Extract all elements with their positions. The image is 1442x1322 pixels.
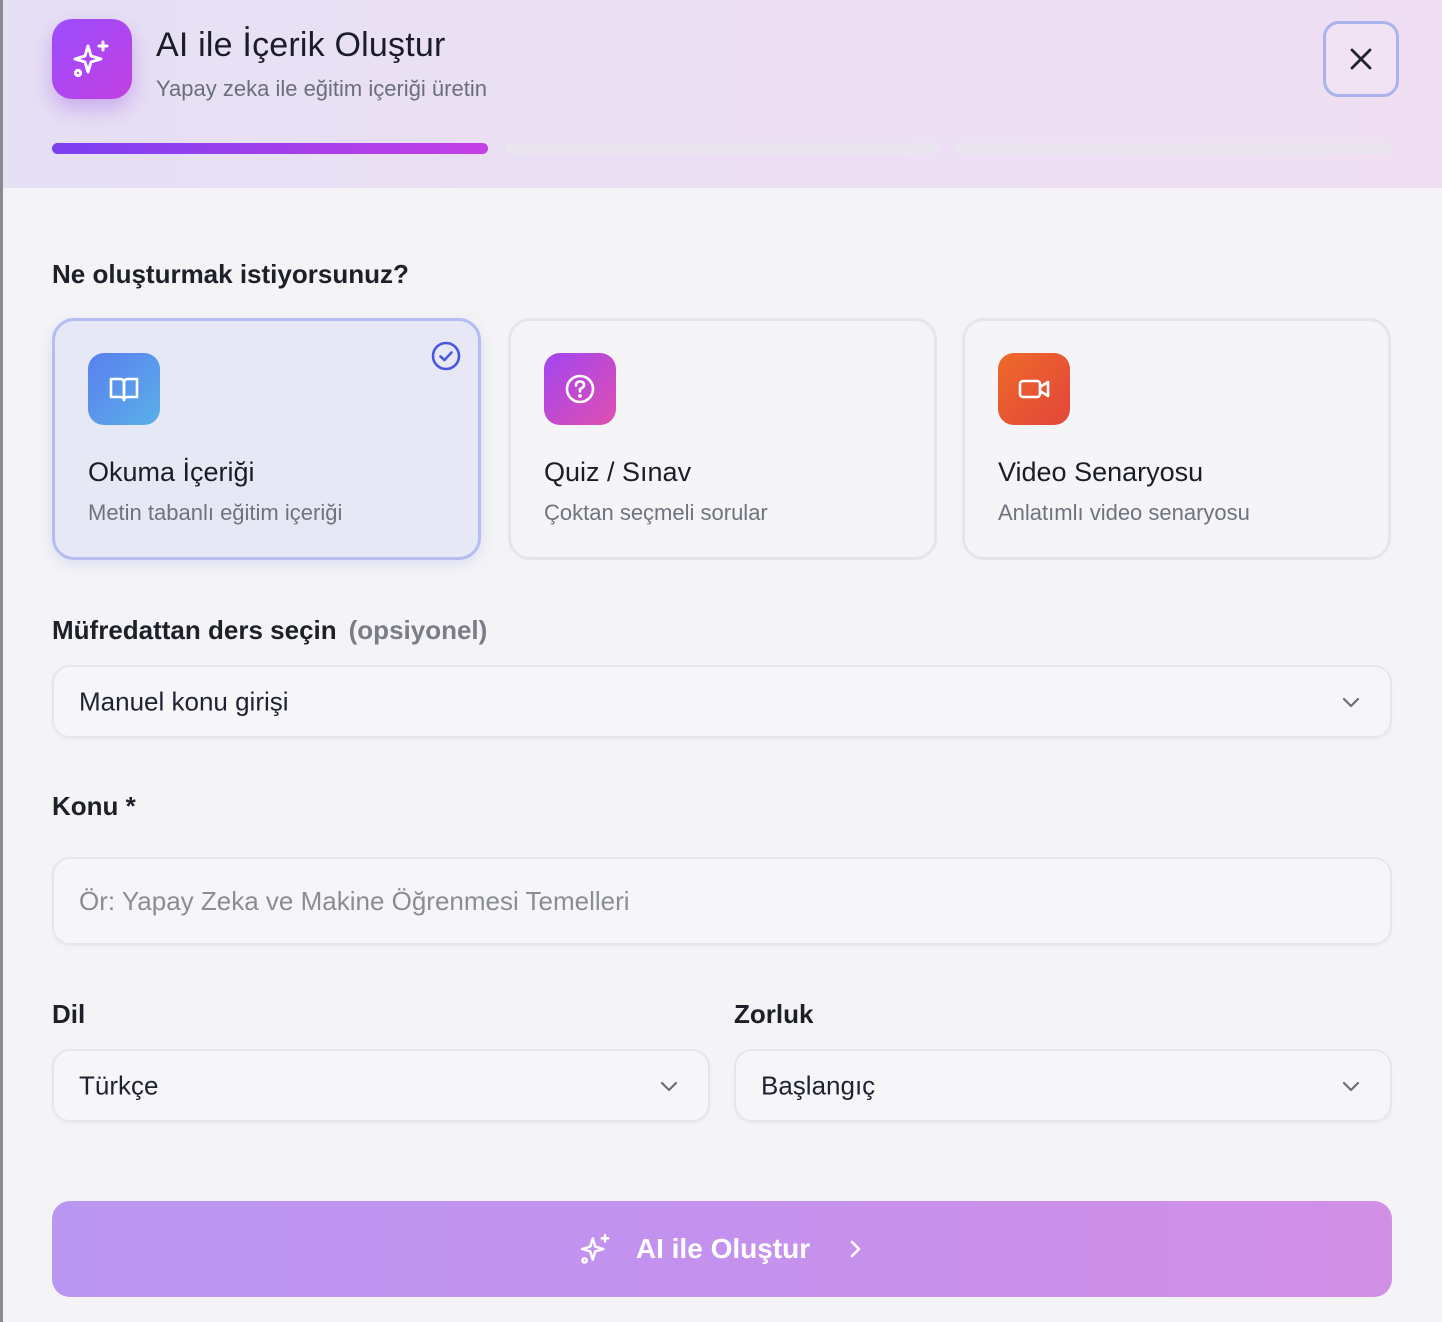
window-edge xyxy=(0,0,3,1322)
chevron-down-icon xyxy=(1342,1081,1360,1091)
generate-button[interactable]: AI ile Oluştur xyxy=(52,1201,1392,1297)
curriculum-select[interactable]: Manuel konu girişi xyxy=(52,665,1392,738)
sparkles-icon xyxy=(52,19,132,99)
curriculum-label: Müfredattan ders seçin (opsiyonel) xyxy=(52,615,487,646)
video-camera-icon xyxy=(998,353,1070,425)
language-label: Dil xyxy=(52,999,86,1029)
close-icon xyxy=(1350,48,1372,70)
chevron-down-icon xyxy=(660,1081,678,1091)
content-type-question: Ne oluşturmak istiyorsunuz? xyxy=(52,259,409,289)
card-description: Anlatımlı video senaryosu xyxy=(998,500,1250,525)
card-description: Çoktan seçmeli sorular xyxy=(544,500,768,525)
progress-step-1 xyxy=(52,143,488,154)
topic-input[interactable] xyxy=(54,859,1390,943)
card-description: Metin tabanlı eğitim içeriği xyxy=(88,500,343,525)
topic-input-wrapper xyxy=(52,857,1392,945)
curriculum-label-text: Müfredattan ders seçin xyxy=(52,615,337,645)
modal-title: AI ile İçerik Oluştur xyxy=(156,26,446,64)
check-circle-icon xyxy=(431,341,461,371)
generate-button-label: AI ile Oluştur xyxy=(635,1233,811,1264)
book-icon xyxy=(88,353,160,425)
difficulty-label: Zorluk xyxy=(734,999,814,1029)
language-select-value: Türkçe xyxy=(79,1070,159,1100)
language-select[interactable]: Türkçe xyxy=(52,1049,710,1122)
content-type-card-video[interactable]: Video Senaryosu Anlatımlı video senaryos… xyxy=(962,318,1391,560)
sparkles-icon xyxy=(580,1233,610,1264)
modal-header: AI ile İçerik Oluştur Yapay zeka ile eği… xyxy=(3,0,1442,188)
close-button[interactable] xyxy=(1323,21,1399,97)
chevron-down-icon xyxy=(1342,697,1360,707)
difficulty-select-value: Başlangıç xyxy=(761,1070,876,1100)
progress-step-2 xyxy=(505,143,940,154)
modal-subtitle: Yapay zeka ile eğitim içeriği üretin xyxy=(156,76,487,101)
curriculum-select-value: Manuel konu girişi xyxy=(79,686,289,716)
optional-hint: (opsiyonel) xyxy=(348,615,488,645)
card-title: Okuma İçeriği xyxy=(88,457,255,487)
card-title: Video Senaryosu xyxy=(998,457,1204,487)
chevron-right-icon xyxy=(850,1240,861,1258)
question-circle-icon xyxy=(544,353,616,425)
topic-label: Konu * xyxy=(52,791,136,821)
card-title: Quiz / Sınav xyxy=(544,457,692,487)
content-type-card-quiz[interactable]: Quiz / Sınav Çoktan seçmeli sorular xyxy=(508,318,937,560)
content-type-card-reading[interactable]: Okuma İçeriği Metin tabanlı eğitim içeri… xyxy=(52,318,481,560)
progress-step-3 xyxy=(956,143,1391,154)
difficulty-select[interactable]: Başlangıç xyxy=(734,1049,1392,1122)
